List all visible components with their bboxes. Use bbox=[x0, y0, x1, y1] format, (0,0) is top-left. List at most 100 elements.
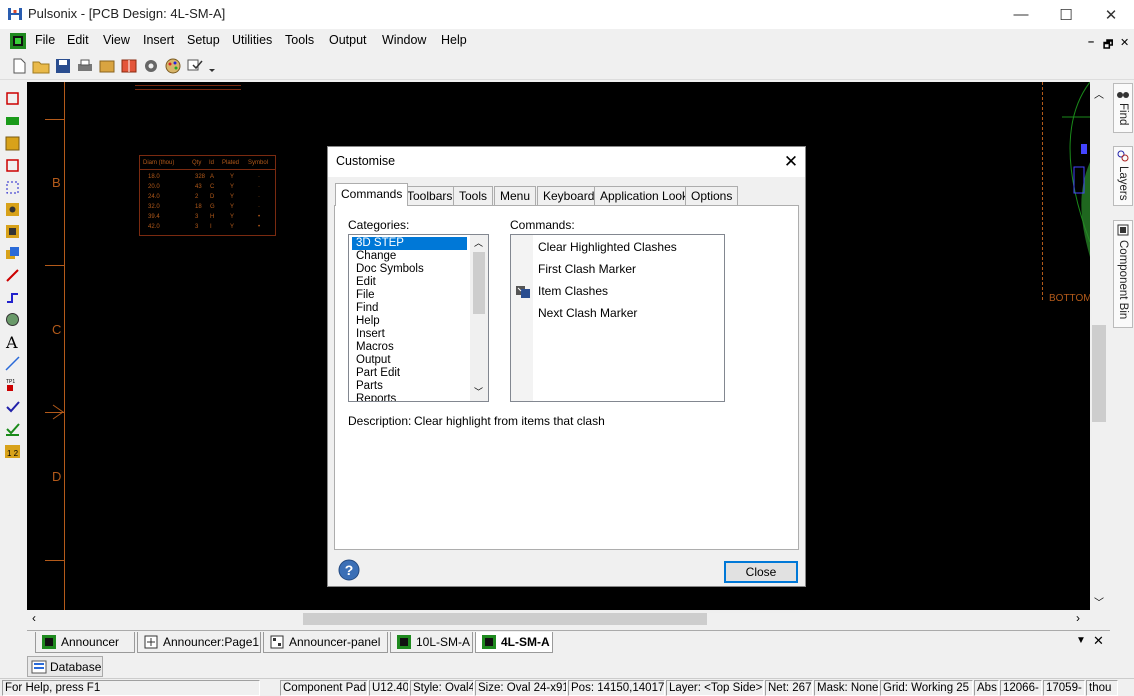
maximize-button[interactable]: ☐ bbox=[1043, 0, 1089, 29]
shape-icon[interactable] bbox=[4, 311, 21, 328]
category-item[interactable]: Change bbox=[352, 250, 467, 263]
horizontal-scroll-thumb[interactable] bbox=[303, 613, 707, 625]
tab-tools[interactable]: Tools bbox=[453, 186, 494, 205]
tab-list-dropdown-icon[interactable]: ▼ bbox=[1076, 635, 1086, 646]
categories-scrollbar[interactable]: ︿ ﹀ bbox=[470, 235, 488, 401]
scroll-up-icon[interactable]: ︿ bbox=[1094, 86, 1104, 101]
database-tab[interactable]: Database bbox=[27, 656, 103, 677]
commands-listbox[interactable]: Clear Highlighted Clashes First Clash Ma… bbox=[510, 234, 725, 402]
menu-insert[interactable]: Insert bbox=[143, 33, 174, 47]
document-icon[interactable] bbox=[10, 33, 26, 49]
command-clear-highlighted-clashes[interactable]: Clear Highlighted Clashes bbox=[538, 240, 677, 254]
gear-icon[interactable] bbox=[142, 57, 160, 75]
tab-keyboard[interactable]: Keyboard bbox=[537, 186, 601, 205]
category-item[interactable]: Edit bbox=[352, 276, 467, 289]
menu-tools[interactable]: Tools bbox=[285, 33, 314, 47]
open-folder-icon[interactable] bbox=[32, 57, 50, 75]
mdi-minimize-button[interactable]: – bbox=[1088, 36, 1094, 48]
command-next-clash-marker[interactable]: Next Clash Marker bbox=[538, 306, 637, 320]
board-graphic bbox=[1062, 82, 1090, 257]
category-item[interactable]: Parts bbox=[352, 380, 467, 393]
tab-application-look[interactable]: Application Look bbox=[594, 186, 695, 205]
testpoint-icon[interactable]: TP1 bbox=[4, 377, 21, 394]
tab-options[interactable]: Options bbox=[685, 186, 739, 205]
menu-view[interactable]: View bbox=[103, 33, 130, 47]
help-icon[interactable]: ? bbox=[338, 559, 360, 581]
vertical-scrollbar[interactable]: ︿ ﹀ bbox=[1090, 82, 1108, 610]
tab-commands[interactable]: Commands bbox=[335, 183, 409, 206]
library-icon[interactable] bbox=[98, 57, 116, 75]
scroll-right-icon[interactable]: › bbox=[1076, 611, 1080, 625]
line-icon[interactable] bbox=[4, 355, 21, 372]
categories-scroll-thumb[interactable] bbox=[473, 252, 485, 314]
category-item[interactable]: Output bbox=[352, 354, 467, 367]
command-item-clashes[interactable]: Item Clashes bbox=[538, 284, 608, 298]
customise-icon[interactable] bbox=[186, 57, 204, 75]
design-rule-check-icon[interactable] bbox=[4, 421, 21, 438]
copper-icon[interactable] bbox=[4, 135, 21, 152]
dock-tab-layers[interactable]: Layers bbox=[1113, 146, 1133, 206]
verify-icon[interactable] bbox=[4, 399, 21, 416]
new-file-icon[interactable] bbox=[10, 57, 28, 75]
category-item[interactable]: File bbox=[352, 289, 467, 302]
tab-menu[interactable]: Menu bbox=[494, 186, 537, 205]
board-outline-icon[interactable] bbox=[4, 157, 21, 174]
menu-setup[interactable]: Setup bbox=[187, 33, 220, 47]
scroll-left-icon[interactable]: ‹ bbox=[32, 611, 36, 625]
left-toolbar: A TP1 1 2 bbox=[0, 80, 27, 480]
text-icon[interactable]: A bbox=[4, 333, 21, 350]
menu-utilities[interactable]: Utilities bbox=[232, 33, 272, 47]
doc-tab-announcer-panel[interactable]: Announcer-panel bbox=[263, 632, 388, 653]
vertical-scroll-thumb[interactable] bbox=[1092, 325, 1106, 422]
categories-listbox[interactable]: 3D STEP Change Doc Symbols Edit File Find Help… bbox=[348, 234, 489, 402]
book-icon[interactable] bbox=[120, 57, 138, 75]
category-item[interactable]: Reports bbox=[352, 393, 467, 401]
category-item[interactable]: 3D STEP bbox=[352, 237, 467, 250]
close-document-button[interactable]: ✕ bbox=[1093, 633, 1104, 649]
doc-tab-10l-sm-a[interactable]: 10L-SM-A bbox=[390, 632, 473, 653]
category-item[interactable]: Doc Symbols bbox=[352, 263, 467, 276]
toolbar-overflow-icon[interactable] bbox=[207, 57, 217, 75]
menu-window[interactable]: Window bbox=[382, 33, 426, 47]
category-item[interactable]: Insert bbox=[352, 328, 467, 341]
doc-tab-announcer-page1[interactable]: Announcer:Page1 bbox=[137, 632, 261, 653]
scroll-down-icon[interactable]: ﹀ bbox=[1094, 594, 1104, 609]
save-icon[interactable] bbox=[54, 57, 72, 75]
category-item[interactable]: Find bbox=[352, 302, 467, 315]
via-icon[interactable] bbox=[4, 223, 21, 240]
command-first-clash-marker[interactable]: First Clash Marker bbox=[538, 262, 636, 276]
dock-tab-find[interactable]: Find bbox=[1113, 83, 1133, 133]
status-grid: Grid: Working 25 bbox=[880, 680, 973, 696]
component-icon[interactable] bbox=[4, 113, 21, 130]
connection-icon[interactable] bbox=[4, 289, 21, 306]
print-icon[interactable] bbox=[76, 57, 94, 75]
select-icon[interactable] bbox=[4, 90, 21, 107]
tab-toolbars[interactable]: Toolbars bbox=[401, 186, 459, 205]
drill-table[interactable]: Diam (thou) Qty Id Plated Symbol 18.0 328… bbox=[139, 155, 276, 236]
menu-file[interactable]: File bbox=[35, 33, 55, 47]
doc-tab-label: 4L-SM-A bbox=[501, 635, 550, 649]
scroll-down-icon[interactable]: ﹀ bbox=[474, 385, 483, 398]
layers-stack-icon[interactable] bbox=[4, 245, 21, 262]
route-icon[interactable] bbox=[4, 267, 21, 284]
minimize-button[interactable]: — bbox=[998, 0, 1044, 29]
close-button[interactable]: Close bbox=[724, 561, 798, 583]
menu-help[interactable]: Help bbox=[441, 33, 467, 47]
horizontal-scrollbar[interactable]: ‹ › bbox=[27, 610, 1090, 628]
category-item[interactable]: Macros bbox=[352, 341, 467, 354]
category-item[interactable]: Help bbox=[352, 315, 467, 328]
menu-output[interactable]: Output bbox=[329, 33, 367, 47]
doc-tab-4l-sm-a[interactable]: 4L-SM-A bbox=[475, 632, 553, 653]
doc-tab-announcer[interactable]: Announcer bbox=[35, 632, 135, 653]
dock-tab-component-bin[interactable]: Component Bin bbox=[1113, 220, 1133, 328]
scroll-up-icon[interactable]: ︿ bbox=[474, 236, 483, 249]
mdi-close-button[interactable]: ✕ bbox=[1120, 36, 1129, 49]
pad-icon[interactable] bbox=[4, 201, 21, 218]
dialog-close-button[interactable]: ✕ bbox=[780, 151, 802, 173]
numbering-icon[interactable]: 1 2 bbox=[4, 443, 21, 460]
close-window-button[interactable]: ✕ bbox=[1088, 0, 1134, 29]
palette-icon[interactable] bbox=[164, 57, 182, 75]
category-item[interactable]: Part Edit bbox=[352, 367, 467, 380]
menu-edit[interactable]: Edit bbox=[67, 33, 89, 47]
area-icon[interactable] bbox=[4, 179, 21, 196]
